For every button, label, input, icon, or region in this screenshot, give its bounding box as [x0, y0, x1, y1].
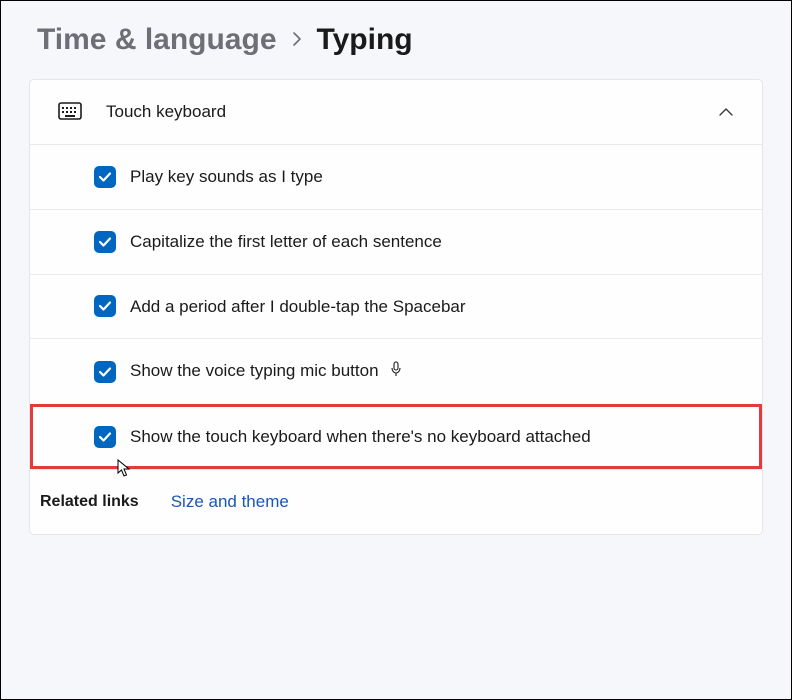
- breadcrumb: Time & language Typing: [29, 23, 763, 57]
- checkbox[interactable]: [94, 295, 116, 317]
- option-show-voice-typing-mic[interactable]: Show the voice typing mic button: [30, 338, 762, 403]
- touch-keyboard-section-header[interactable]: Touch keyboard: [30, 80, 762, 144]
- option-label: Capitalize the first letter of each sent…: [130, 230, 442, 254]
- page-title: Typing: [317, 23, 413, 57]
- option-label: Show the voice typing mic button: [130, 359, 403, 383]
- section-title: Touch keyboard: [106, 102, 718, 122]
- related-links-title: Related links: [40, 493, 139, 511]
- option-capitalize-first-letter[interactable]: Capitalize the first letter of each sent…: [30, 209, 762, 274]
- option-label: Show the touch keyboard when there's no …: [130, 425, 591, 449]
- related-links: Related links Size and theme: [30, 469, 762, 534]
- checkbox[interactable]: [94, 361, 116, 383]
- checkbox[interactable]: [94, 166, 116, 188]
- checkbox[interactable]: [94, 426, 116, 448]
- checkbox[interactable]: [94, 231, 116, 253]
- option-show-touch-keyboard-no-keyboard[interactable]: Show the touch keyboard when there's no …: [30, 404, 762, 469]
- settings-panel: Touch keyboard Play key sounds as I type…: [29, 79, 763, 535]
- microphone-icon: [389, 360, 403, 384]
- option-label: Play key sounds as I type: [130, 165, 323, 189]
- option-play-key-sounds[interactable]: Play key sounds as I type: [30, 144, 762, 209]
- option-add-period-double-tap[interactable]: Add a period after I double-tap the Spac…: [30, 274, 762, 339]
- option-label: Add a period after I double-tap the Spac…: [130, 295, 466, 319]
- size-and-theme-link[interactable]: Size and theme: [171, 492, 289, 512]
- chevron-right-icon: [291, 27, 303, 53]
- breadcrumb-parent[interactable]: Time & language: [37, 23, 277, 57]
- keyboard-icon: [58, 102, 82, 122]
- chevron-up-icon: [718, 104, 734, 120]
